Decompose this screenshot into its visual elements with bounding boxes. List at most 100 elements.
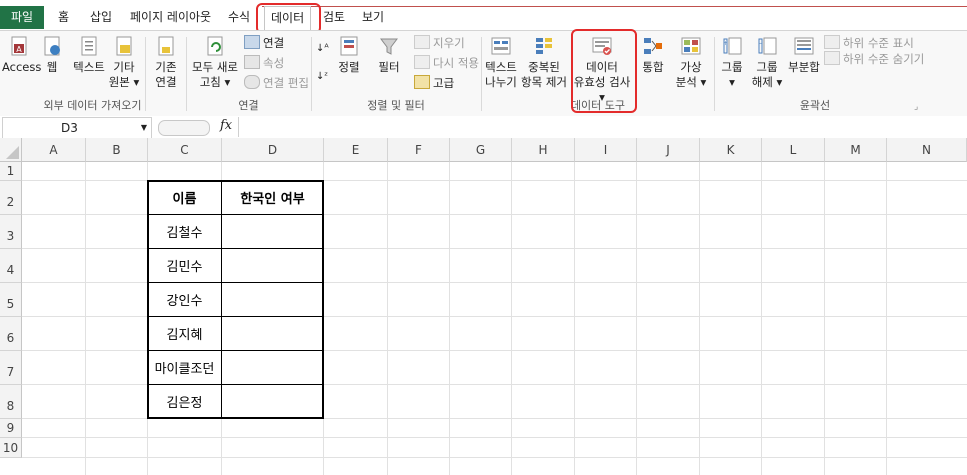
select-all-corner[interactable] bbox=[0, 138, 22, 162]
column-header-e[interactable]: E bbox=[324, 138, 388, 162]
subtotal-button[interactable]: 부분합 bbox=[786, 35, 822, 75]
name-cell[interactable]: 김은정 bbox=[148, 385, 222, 419]
existing-connections-button[interactable]: 기존 연결 bbox=[150, 35, 182, 90]
tab-view[interactable]: 보기 bbox=[362, 6, 384, 29]
column-header-g[interactable]: G bbox=[450, 138, 512, 162]
gridline bbox=[511, 162, 512, 475]
korean-status-cell[interactable] bbox=[222, 283, 324, 317]
row-header-1[interactable]: 1 bbox=[0, 162, 22, 181]
web-button[interactable]: 웹 bbox=[38, 35, 66, 75]
tab-insert[interactable]: 삽입 bbox=[90, 6, 112, 29]
column-header-l[interactable]: L bbox=[762, 138, 825, 162]
column-header-c[interactable]: C bbox=[148, 138, 222, 162]
korean-status-cell[interactable] bbox=[222, 317, 324, 351]
web-icon bbox=[44, 36, 60, 56]
name-cell[interactable]: 마이클조던 bbox=[148, 351, 222, 385]
gridline bbox=[449, 162, 450, 475]
row-header-2[interactable]: 2 bbox=[0, 181, 22, 215]
korean-status-cell[interactable] bbox=[222, 249, 324, 283]
name-box-dropdown-icon[interactable]: ▼ bbox=[141, 118, 147, 138]
row-header-5[interactable]: 5 bbox=[0, 283, 22, 317]
show-detail-button[interactable]: 하위 수준 표시 bbox=[824, 35, 914, 51]
korean-status-cell[interactable] bbox=[222, 351, 324, 385]
what-if-icon bbox=[681, 37, 701, 55]
ungroup-button[interactable]: − 그룹 해제 ▾ bbox=[750, 35, 784, 90]
group-label-outline: 윤곽선 bbox=[799, 99, 831, 112]
row-header-7[interactable]: 7 bbox=[0, 351, 22, 385]
name-box-value: D3 bbox=[61, 121, 78, 135]
column-header-b[interactable]: B bbox=[86, 138, 148, 162]
refresh-all-button[interactable]: 모두 새로 고침 ▾ bbox=[190, 35, 240, 90]
formula-bar-controls bbox=[158, 120, 210, 136]
properties-button[interactable]: 속성 bbox=[244, 55, 284, 71]
text-to-columns-button[interactable]: 텍스트 나누기 bbox=[484, 35, 518, 90]
sort-ascending-button[interactable]: ↓ᴬ bbox=[316, 41, 329, 57]
name-cell[interactable]: 김민수 bbox=[148, 249, 222, 283]
column-header-m[interactable]: M bbox=[825, 138, 887, 162]
name-cell[interactable]: 김철수 bbox=[148, 215, 222, 249]
row-header-9[interactable]: 9 bbox=[0, 419, 22, 438]
sort-descending-button[interactable]: ↓ᶻ bbox=[316, 69, 328, 85]
gridline bbox=[85, 162, 86, 475]
column-header-d[interactable]: D bbox=[222, 138, 324, 162]
gridline bbox=[22, 457, 967, 458]
column-header-n[interactable]: N bbox=[887, 138, 967, 162]
column-header-f[interactable]: F bbox=[388, 138, 450, 162]
row-header-8[interactable]: 8 bbox=[0, 385, 22, 419]
data-validation-highlight bbox=[571, 29, 637, 113]
filter-icon bbox=[380, 38, 398, 55]
row-header-10[interactable]: 10 bbox=[0, 438, 22, 458]
name-cell[interactable]: 강인수 bbox=[148, 283, 222, 317]
fx-icon[interactable]: fx bbox=[220, 118, 232, 133]
sort-button[interactable]: 정렬 bbox=[334, 35, 364, 75]
consolidate-button[interactable]: 통합 bbox=[638, 35, 668, 75]
name-cell[interactable]: 김지혜 bbox=[148, 317, 222, 351]
advanced-filter-button[interactable]: 고급 bbox=[414, 75, 454, 91]
hide-detail-icon bbox=[824, 51, 840, 65]
properties-icon bbox=[244, 55, 260, 69]
name-box[interactable]: D3 ▼ bbox=[2, 117, 152, 139]
formula-input[interactable] bbox=[238, 117, 967, 137]
tab-formulas[interactable]: 수식 bbox=[228, 6, 250, 29]
text-file-icon bbox=[81, 36, 97, 56]
column-header-j[interactable]: J bbox=[637, 138, 700, 162]
outline-dialog-launcher[interactable]: ⌟ bbox=[914, 99, 918, 115]
group-button[interactable]: + 그룹 ▾ bbox=[718, 35, 746, 90]
clear-filter-button[interactable]: 지우기 bbox=[414, 35, 465, 51]
tab-file[interactable]: 파일 bbox=[0, 6, 44, 29]
subtotal-icon bbox=[794, 37, 814, 55]
column-header-h[interactable]: H bbox=[512, 138, 575, 162]
table-header-korean[interactable]: 한국인 여부 bbox=[222, 181, 324, 215]
row-header-4[interactable]: 4 bbox=[0, 249, 22, 283]
korean-status-cell[interactable] bbox=[222, 385, 324, 419]
tab-review[interactable]: 검토 bbox=[323, 6, 345, 29]
row-header-3[interactable]: 3 bbox=[0, 215, 22, 249]
row-header-6[interactable]: 6 bbox=[0, 317, 22, 351]
hide-detail-button[interactable]: 하위 수준 숨기기 bbox=[824, 51, 924, 67]
tab-home[interactable]: 홈 bbox=[58, 6, 69, 29]
other-sources-button[interactable]: 기타 원본 ▾ bbox=[108, 35, 140, 90]
gridline bbox=[22, 437, 967, 438]
edit-links-button[interactable]: 연결 편집 bbox=[244, 75, 309, 91]
filter-button[interactable]: 필터 bbox=[374, 35, 404, 75]
table-header-name[interactable]: 이름 bbox=[148, 181, 222, 215]
column-header-i[interactable]: I bbox=[575, 138, 637, 162]
remove-duplicates-button[interactable]: 중복된 항목 제거 bbox=[520, 35, 568, 90]
group-label-sort-filter: 정렬 및 필터 bbox=[367, 99, 425, 112]
reapply-icon bbox=[414, 55, 430, 69]
what-if-analysis-button[interactable]: 가상 분석 ▾ bbox=[672, 35, 710, 90]
tab-page-layout[interactable]: 페이지 레이아웃 bbox=[130, 6, 211, 29]
remove-duplicates-icon bbox=[536, 38, 552, 54]
column-header-a[interactable]: A bbox=[22, 138, 86, 162]
column-header-k[interactable]: K bbox=[700, 138, 762, 162]
connections-button[interactable]: 연결 bbox=[244, 35, 284, 51]
from-text-button[interactable]: 텍스트 bbox=[70, 35, 108, 75]
svg-text:A: A bbox=[16, 45, 22, 54]
reapply-button[interactable]: 다시 적용 bbox=[414, 55, 479, 71]
gridline bbox=[761, 162, 762, 475]
access-button[interactable]: A Access bbox=[2, 35, 41, 75]
selected-cell-d3[interactable] bbox=[222, 215, 324, 249]
consolidate-icon bbox=[644, 38, 662, 54]
sort-descending-icon: ↓ᶻ bbox=[316, 71, 329, 82]
access-icon: A bbox=[11, 36, 27, 56]
